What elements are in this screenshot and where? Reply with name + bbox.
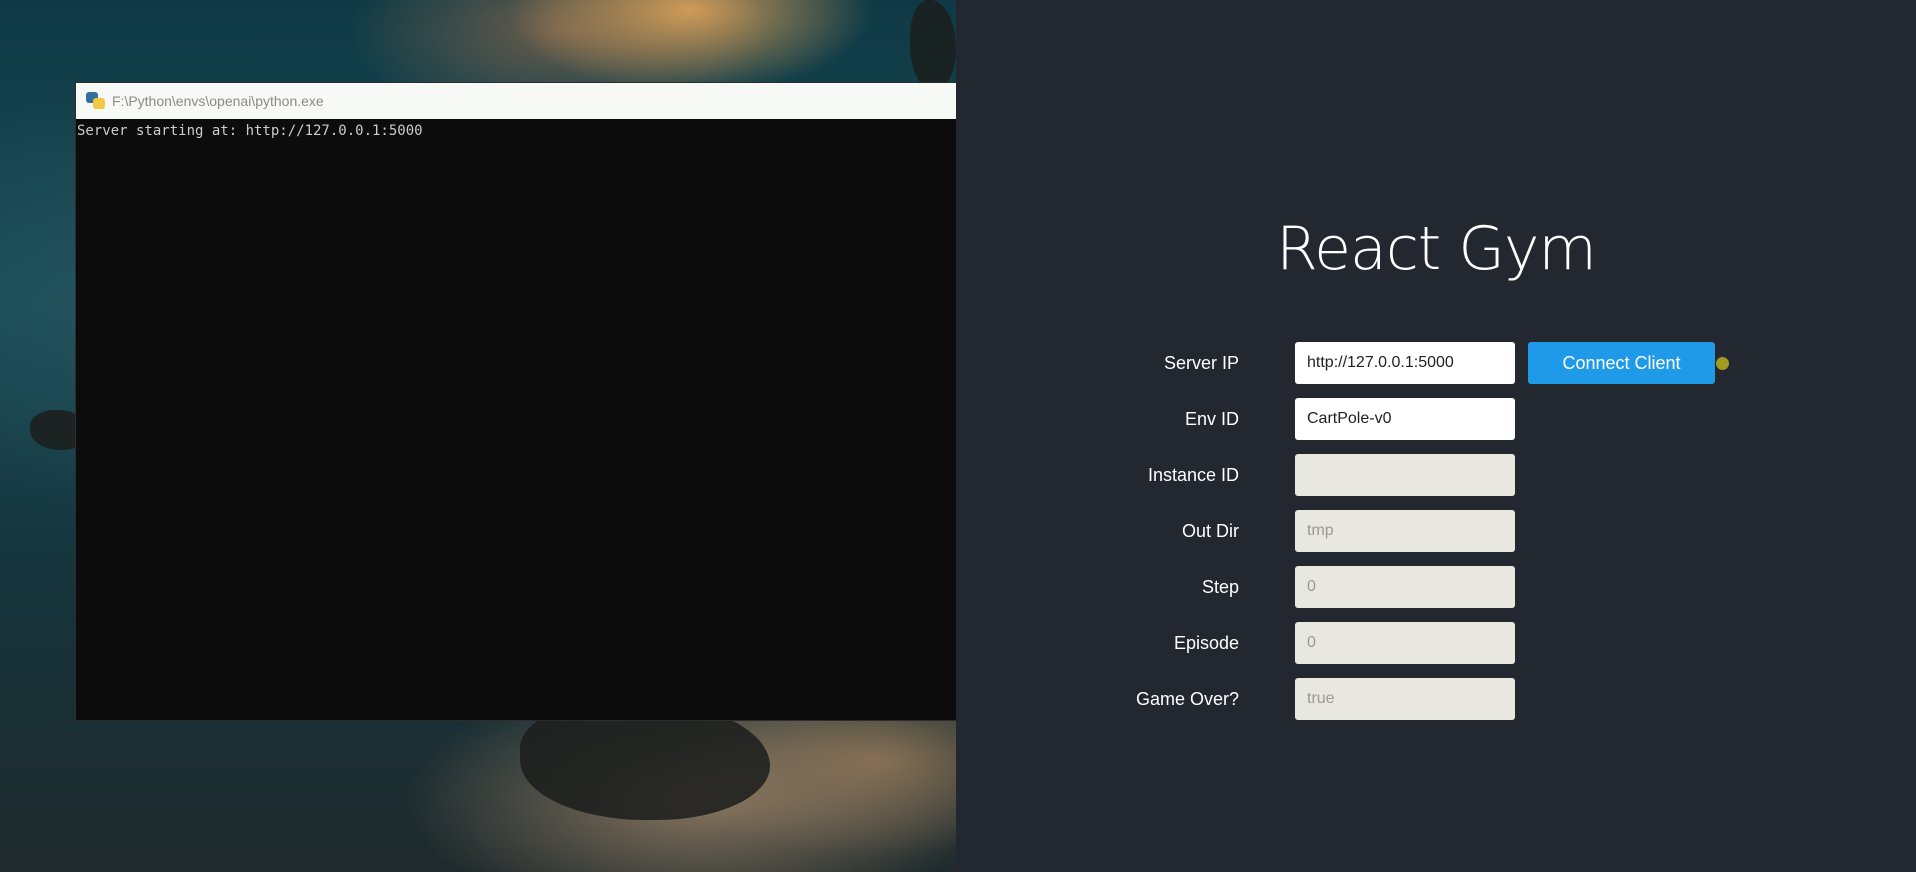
out-dir-row: Out Dir xyxy=(956,510,1916,552)
react-gym-app: React Gym Server IP Connect Client Env I… xyxy=(956,0,1916,872)
episode-label: Episode xyxy=(1173,633,1239,653)
connect-client-button[interactable]: Connect Client xyxy=(1528,342,1715,384)
episode-field xyxy=(1295,622,1515,664)
game-over-field xyxy=(1295,678,1515,720)
episode-row: Episode xyxy=(956,622,1916,664)
env-id-row: Env ID xyxy=(956,398,1916,440)
python-icon xyxy=(86,92,106,110)
game-over-row: Game Over? xyxy=(956,678,1916,720)
instance-id-field xyxy=(1295,454,1515,496)
instance-id-label: Instance ID xyxy=(1147,465,1239,485)
server-ip-input[interactable] xyxy=(1295,342,1515,384)
env-id-label: Env ID xyxy=(1184,409,1239,429)
out-dir-field xyxy=(1295,510,1515,552)
rock-formation xyxy=(910,0,956,90)
step-label: Step xyxy=(1201,577,1239,597)
terminal-window[interactable]: F:\Python\envs\openai\python.exe Server … xyxy=(76,83,956,720)
step-row: Step xyxy=(956,566,1916,608)
instance-id-row: Instance ID xyxy=(956,454,1916,496)
terminal-output: Server starting at: http://127.0.0.1:500… xyxy=(77,123,423,139)
server-ip-label: Server IP xyxy=(1163,353,1239,373)
env-id-input[interactable] xyxy=(1295,398,1515,440)
game-over-label: Game Over? xyxy=(1135,689,1239,709)
step-field xyxy=(1295,566,1515,608)
server-ip-row: Server IP Connect Client xyxy=(956,342,1916,384)
terminal-title: F:\Python\envs\openai\python.exe xyxy=(112,93,324,109)
out-dir-label: Out Dir xyxy=(1181,521,1239,541)
page-title: React Gym xyxy=(1276,214,1597,284)
terminal-titlebar[interactable]: F:\Python\envs\openai\python.exe xyxy=(76,83,956,119)
connection-status-indicator xyxy=(1716,357,1729,370)
